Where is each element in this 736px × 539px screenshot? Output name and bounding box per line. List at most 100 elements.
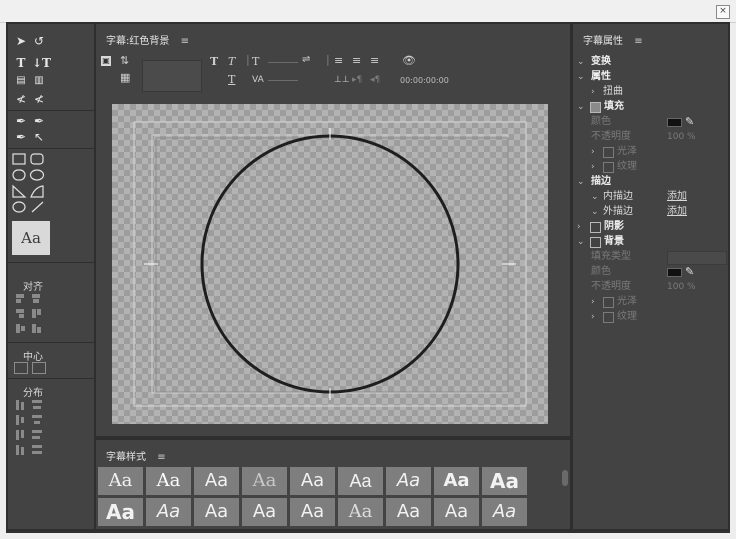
chevron-down-icon[interactable]: ⌄ — [591, 190, 599, 204]
style-swatch[interactable]: Aa — [146, 498, 191, 526]
wedge-tool-icon[interactable] — [12, 184, 27, 198]
align-text-center-icon[interactable]: ≡ — [352, 55, 361, 67]
rotation-tool-icon[interactable]: ↺ — [32, 34, 46, 48]
align-middle-v-icon[interactable] — [16, 324, 20, 333]
add-outer-stroke-link[interactable]: 添加 — [667, 205, 687, 219]
bold-icon[interactable]: T — [210, 56, 218, 68]
styles-panel-menu-icon[interactable]: ≡ — [157, 452, 165, 463]
align-text-left-icon[interactable]: ≡ — [334, 55, 343, 67]
distort-section[interactable]: › 扭曲 — [573, 85, 728, 99]
kerning-icon[interactable]: ⇌ — [302, 54, 310, 66]
bg-gloss-checkbox[interactable] — [603, 297, 614, 308]
leading-icon[interactable]: VA — [252, 74, 264, 86]
bg-texture-checkbox[interactable] — [603, 312, 614, 323]
fill-color-swatch[interactable] — [667, 118, 682, 127]
font-family-select[interactable] — [142, 60, 202, 92]
align-top-icon[interactable] — [32, 309, 36, 318]
style-swatch[interactable]: Aa — [242, 498, 287, 526]
circle-shape[interactable] — [200, 134, 460, 394]
roll-crawl-icon[interactable]: ⇅ — [120, 55, 129, 67]
tab-left-icon[interactable]: ▸¶ — [352, 74, 362, 86]
rounded-corner-tool-icon[interactable] — [12, 169, 26, 181]
style-swatch[interactable]: Aa — [194, 498, 239, 526]
align-right-icon[interactable] — [16, 309, 24, 313]
style-swatch[interactable]: Aa — [338, 467, 383, 495]
properties-panel-menu-icon[interactable]: ≡ — [634, 36, 642, 47]
texture-checkbox[interactable] — [603, 162, 614, 173]
chevron-right-icon[interactable]: › — [577, 220, 581, 234]
rectangle-tool-icon[interactable] — [12, 153, 26, 165]
rounded-rectangle-tool-icon[interactable] — [30, 153, 44, 165]
distribute-top-icon[interactable] — [32, 400, 42, 403]
style-swatch[interactable]: Aa — [386, 498, 431, 526]
distribute-center-h-icon[interactable] — [16, 415, 19, 425]
style-swatch[interactable]: Aa — [434, 498, 479, 526]
bg-gloss-row[interactable]: › 光泽 — [573, 295, 728, 309]
background-checkbox[interactable] — [590, 237, 601, 248]
chevron-down-icon[interactable]: ⌄ — [577, 55, 585, 69]
arc-tool-icon[interactable] — [30, 185, 44, 198]
chevron-right-icon[interactable]: › — [591, 310, 595, 324]
vertical-path-type-tool-icon[interactable]: ≮ — [32, 92, 46, 106]
bg-color-swatch[interactable] — [667, 268, 682, 277]
show-background-video-icon[interactable]: 👁 — [402, 55, 416, 67]
area-type-tool-icon[interactable]: ▤ — [14, 74, 28, 88]
style-swatch[interactable]: Aa — [98, 467, 143, 495]
italic-icon[interactable]: T — [228, 56, 235, 68]
selection-tool-icon[interactable]: ➤ — [14, 34, 28, 48]
gloss-checkbox[interactable] — [603, 147, 614, 158]
tab-stops-icon[interactable]: ⊥⊥ — [334, 74, 350, 86]
chevron-down-icon[interactable]: ⌄ — [591, 205, 599, 219]
pen-tool-icon[interactable]: ✒ — [14, 114, 28, 128]
bg-fill-type-dropdown[interactable] — [667, 251, 727, 265]
style-swatch[interactable]: Aa — [290, 467, 335, 495]
eyedropper-icon[interactable]: ✎ — [685, 115, 694, 129]
path-type-tool-icon[interactable]: ≮ — [14, 92, 28, 106]
fill-opacity-value[interactable]: 100 % — [667, 130, 696, 144]
fill-checkbox[interactable] — [590, 102, 601, 113]
style-swatch[interactable]: Aa — [434, 467, 479, 495]
chevron-down-icon[interactable]: ⌄ — [577, 235, 585, 249]
window-close-button[interactable]: × — [716, 5, 730, 19]
new-title-icon[interactable]: ▣ — [101, 56, 111, 66]
center-vertical-icon[interactable] — [14, 362, 28, 374]
texture-row[interactable]: › 纹理 — [573, 160, 728, 174]
style-swatch[interactable]: Aa — [290, 498, 335, 526]
chevron-right-icon[interactable]: › — [591, 160, 595, 174]
templates-icon[interactable]: ▦ — [120, 72, 130, 84]
vertical-type-tool-icon[interactable]: ↓T — [32, 56, 51, 70]
gloss-row[interactable]: › 光泽 — [573, 145, 728, 159]
convert-anchor-tool-icon[interactable]: ↖ — [32, 130, 46, 144]
chevron-down-icon[interactable]: ⌄ — [577, 70, 585, 84]
distribute-bottom-icon[interactable] — [32, 430, 42, 433]
background-timecode[interactable]: 00:00:00:00 — [400, 75, 449, 87]
align-left-icon[interactable] — [16, 294, 24, 298]
center-horizontal-icon[interactable] — [32, 362, 46, 374]
underline-icon[interactable]: T — [228, 74, 235, 86]
style-swatch[interactable]: Aa — [242, 467, 287, 495]
eyedropper-icon[interactable]: ✎ — [685, 265, 694, 279]
ellipse-tool-icon[interactable] — [12, 201, 26, 213]
styles-scrollbar[interactable] — [562, 470, 568, 486]
attributes-section[interactable]: ⌄ 属性 — [573, 70, 728, 84]
style-swatch[interactable]: Aa — [146, 467, 191, 495]
align-bottom-icon[interactable] — [32, 324, 36, 333]
add-inner-stroke-link[interactable]: 添加 — [667, 190, 687, 204]
style-swatch[interactable]: Aa — [338, 498, 383, 526]
line-tool-icon[interactable] — [31, 201, 44, 213]
fill-section[interactable]: ⌄ 填充 — [573, 100, 728, 114]
distribute-even-v-icon[interactable] — [32, 445, 42, 448]
align-text-right-icon[interactable]: ≡ — [370, 55, 379, 67]
title-canvas[interactable] — [112, 104, 548, 424]
distribute-left-icon[interactable] — [16, 400, 19, 410]
distribute-even-h-icon[interactable] — [16, 445, 19, 455]
clipped-rectangle-tool-icon[interactable] — [29, 169, 45, 181]
style-swatch[interactable]: Aa — [194, 467, 239, 495]
style-swatch[interactable]: Aa — [482, 467, 527, 495]
type-tool-icon[interactable]: T — [14, 56, 28, 70]
title-panel-menu-icon[interactable]: ≡ — [181, 36, 189, 47]
chevron-right-icon[interactable]: › — [591, 295, 595, 309]
transform-section[interactable]: ⌄ 变换 — [573, 55, 728, 69]
tab-right-icon[interactable]: ◂¶ — [370, 74, 380, 86]
chevron-right-icon[interactable]: › — [591, 85, 595, 99]
